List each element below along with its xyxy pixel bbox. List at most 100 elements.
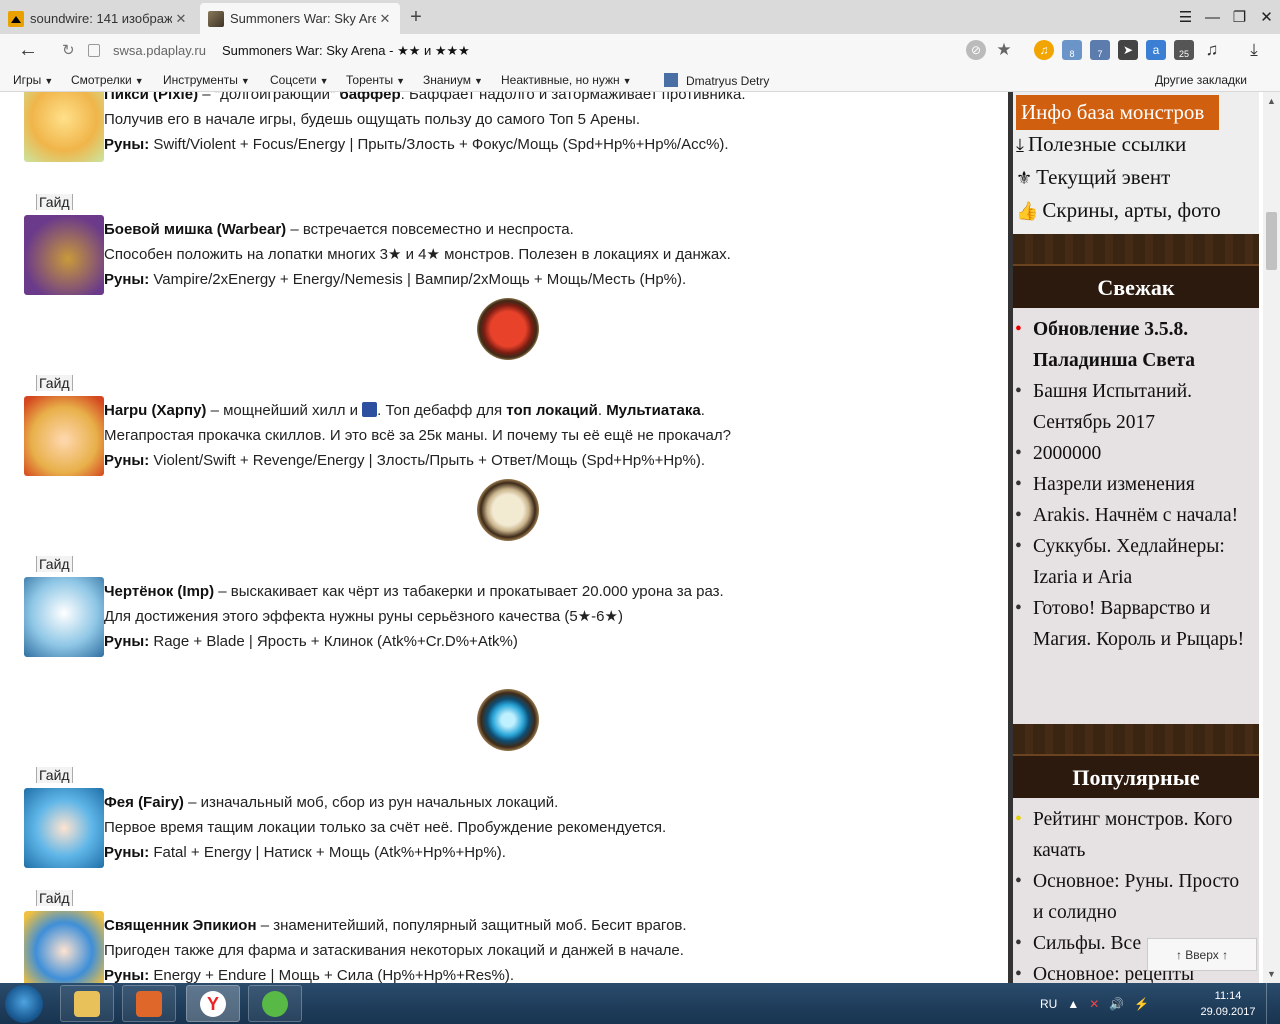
popular-item[interactable]: Основное: Руны. Просто и солидно bbox=[1015, 866, 1253, 928]
main-content: Пикси (Pixie) – "долгоиграющий" баффер. … bbox=[0, 92, 1010, 983]
minimize-icon[interactable]: — bbox=[1199, 9, 1226, 26]
fire-element-icon bbox=[477, 298, 539, 360]
power-icon[interactable]: ⚡ bbox=[1134, 997, 1149, 1011]
desc-text: . bbox=[597, 402, 607, 419]
monster-name[interactable]: Фея (Fairy) bbox=[104, 794, 184, 811]
monster-entry-epikion: Гайд Священник Эпикион – знаменитейший, … bbox=[24, 890, 984, 983]
translate-icon[interactable]: a bbox=[1146, 40, 1166, 60]
mail-icon[interactable]: 7 bbox=[1090, 40, 1110, 60]
volume-icon[interactable]: 🔊 bbox=[1109, 997, 1124, 1011]
monster-name[interactable]: Боевой мишка (Warbear) bbox=[104, 221, 286, 238]
back-arrow-icon[interactable]: ← bbox=[18, 39, 38, 62]
menu-icon[interactable]: ☰ bbox=[1172, 8, 1199, 26]
popular-title: Популярные bbox=[1072, 765, 1200, 790]
epikion-avatar[interactable] bbox=[24, 911, 104, 983]
popular-header: Популярные bbox=[1013, 754, 1259, 798]
fleur-icon: ⚜ bbox=[1016, 168, 1033, 188]
runes-text: Vampire/2xEnergy + Energy/Nemesis | Вамп… bbox=[149, 271, 687, 288]
other-bookmarks[interactable]: Другие закладки bbox=[1155, 73, 1247, 87]
fresh-item[interactable]: Готово! Варварство и Магия. Король и Рыц… bbox=[1015, 593, 1253, 655]
cursor-icon[interactable]: ➤ bbox=[1118, 40, 1138, 60]
link-label: Скрины, арты, фото bbox=[1042, 198, 1221, 222]
bookmark-star-icon[interactable]: ★ bbox=[994, 40, 1014, 60]
page-scrollbar[interactable]: ▲ ▼ bbox=[1263, 92, 1280, 983]
caret-down-icon: ▼ bbox=[319, 76, 329, 86]
monster-description: Чертёнок (Imp) – выскакивает как чёрт из… bbox=[104, 579, 984, 654]
fresh-item[interactable]: 2000000 bbox=[1015, 438, 1253, 469]
language-indicator[interactable]: RU bbox=[1040, 997, 1057, 1011]
monster-name[interactable]: Пикси (Pixie) bbox=[104, 92, 198, 103]
guide-link[interactable]: Гайд bbox=[36, 194, 73, 210]
pixie-avatar[interactable] bbox=[24, 92, 104, 162]
clock[interactable]: 11:14 29.09.2017 bbox=[1198, 988, 1258, 1020]
fresh-item[interactable]: Arakis. Начнём с начала! bbox=[1015, 500, 1253, 531]
fairy-avatar[interactable] bbox=[24, 788, 104, 868]
popular-item[interactable]: Рейтинг монстров. Кого качать bbox=[1015, 804, 1253, 866]
bookmark-dmatryus[interactable]: Dmatryus Detry bbox=[664, 73, 769, 88]
network-status-icon[interactable]: ✕ bbox=[1089, 997, 1099, 1011]
music-icon[interactable]: ♫ bbox=[1202, 40, 1222, 60]
bookmark-folder-znanium[interactable]: Знаниум ▼ bbox=[423, 73, 483, 87]
runes-text: Rage + Blade | Ярость + Клинок (Atk%+Cr.… bbox=[149, 633, 518, 650]
bookmark-folder-tools[interactable]: Инструменты ▼ bbox=[163, 73, 250, 87]
close-icon[interactable]: ✕ bbox=[172, 11, 190, 27]
harpu-avatar[interactable] bbox=[24, 396, 104, 476]
taskbar-yandex-browser[interactable]: Y bbox=[186, 985, 240, 1022]
bookmark-folder-games[interactable]: Игры ▼ bbox=[13, 73, 53, 87]
info-base-title[interactable]: Инфо база монстров bbox=[1016, 95, 1219, 130]
fresh-title: Свежак bbox=[1097, 275, 1175, 300]
caret-down-icon: ▼ bbox=[134, 76, 144, 86]
guide-link[interactable]: Гайд bbox=[36, 767, 73, 783]
bookmarks-bar: Игры ▼ Смотрелки ▼ Инструменты ▼ Соцсети ▼ Т… bbox=[0, 68, 1280, 92]
imp-avatar[interactable] bbox=[24, 577, 104, 657]
guide-link[interactable]: Гайд bbox=[36, 890, 73, 906]
reader-mode-icon[interactable]: ⊘ bbox=[966, 40, 986, 60]
screenshots-link[interactable]: 👍 Скрины, арты, фото bbox=[1016, 198, 1221, 223]
tab-summoners-war[interactable]: Summoners War: Sky Arena ✕ bbox=[200, 3, 400, 34]
headphones-icon[interactable]: ♫ bbox=[1034, 40, 1054, 60]
fresh-item[interactable]: Суккубы. Хедлайнеры: Izaria и Aria bbox=[1015, 531, 1253, 593]
guide-link[interactable]: Гайд bbox=[36, 556, 73, 572]
bookmark-folder-social[interactable]: Соцсети ▼ bbox=[270, 73, 328, 87]
download-icon[interactable]: ⤓ bbox=[1244, 40, 1264, 60]
bookmark-folder-inactive[interactable]: Неактивные, но нужн ▼ bbox=[501, 73, 632, 87]
scroll-to-top-button[interactable]: ↑ Вверх ↑ bbox=[1147, 938, 1257, 971]
useful-links-link[interactable]: ⤓ Полезные ссылки bbox=[1016, 132, 1186, 157]
url-page-title[interactable]: Summoners War: Sky Arena - ★★ и ★★★ bbox=[222, 43, 470, 59]
monster-name[interactable]: Чертёнок (Imp) bbox=[104, 583, 214, 600]
refresh-icon[interactable]: ↻ bbox=[62, 41, 75, 59]
close-icon[interactable]: ✕ bbox=[376, 11, 394, 27]
monster-name[interactable]: Священник Эпикион bbox=[104, 917, 257, 934]
scroll-down-icon[interactable]: ▼ bbox=[1267, 969, 1276, 979]
url-domain[interactable]: swsa.pdaplay.ru bbox=[113, 43, 206, 58]
tray-expand-icon[interactable]: ▲ bbox=[1067, 997, 1079, 1011]
taskbar-media-player[interactable] bbox=[122, 985, 176, 1022]
scroll-thumb[interactable] bbox=[1266, 212, 1277, 270]
guide-link[interactable]: Гайд bbox=[36, 375, 73, 391]
bookmark-folder-watch[interactable]: Смотрелки ▼ bbox=[71, 73, 144, 87]
warbear-avatar[interactable] bbox=[24, 215, 104, 295]
fresh-item[interactable]: Назрели изменения bbox=[1015, 469, 1253, 500]
start-button[interactable] bbox=[5, 985, 43, 1023]
show-desktop-button[interactable] bbox=[1266, 983, 1280, 1024]
bookmark-label: Соцсети bbox=[270, 73, 317, 87]
cloud-icon[interactable]: 8 bbox=[1062, 40, 1082, 60]
taskbar-utorrent[interactable] bbox=[248, 985, 302, 1022]
close-window-icon[interactable]: ✕ bbox=[1253, 8, 1280, 26]
calendar-icon[interactable]: 25 bbox=[1174, 40, 1194, 60]
desc-text: – выскакивает как чёрт из табакерки и пр… bbox=[214, 583, 724, 600]
fresh-item[interactable]: Башня Испытаний. Сентябрь 2017 bbox=[1015, 376, 1253, 438]
new-tab-button[interactable]: + bbox=[406, 6, 426, 28]
system-tray: RU ▲ ✕ 🔊 ⚡ bbox=[1040, 983, 1149, 1024]
site-info-icon[interactable] bbox=[88, 44, 100, 57]
tab-soundwire[interactable]: soundwire: 141 изображени ✕ bbox=[0, 3, 200, 34]
monster-name[interactable]: Harpu (Харпу) bbox=[104, 402, 206, 419]
bookmark-folder-torrents[interactable]: Торенты ▼ bbox=[346, 73, 405, 87]
fresh-item[interactable]: Обновление 3.5.8. Паладинша Света bbox=[1015, 314, 1253, 376]
restore-icon[interactable]: ❐ bbox=[1226, 8, 1253, 26]
scroll-up-icon[interactable]: ▲ bbox=[1267, 96, 1276, 106]
desc-line-2: Пригоден также для фарма и затаскивания … bbox=[104, 942, 684, 959]
current-event-link[interactable]: ⚜ Текущий эвент bbox=[1016, 165, 1170, 190]
runes-label: Руны: bbox=[104, 967, 150, 983]
taskbar-explorer[interactable] bbox=[60, 985, 114, 1022]
